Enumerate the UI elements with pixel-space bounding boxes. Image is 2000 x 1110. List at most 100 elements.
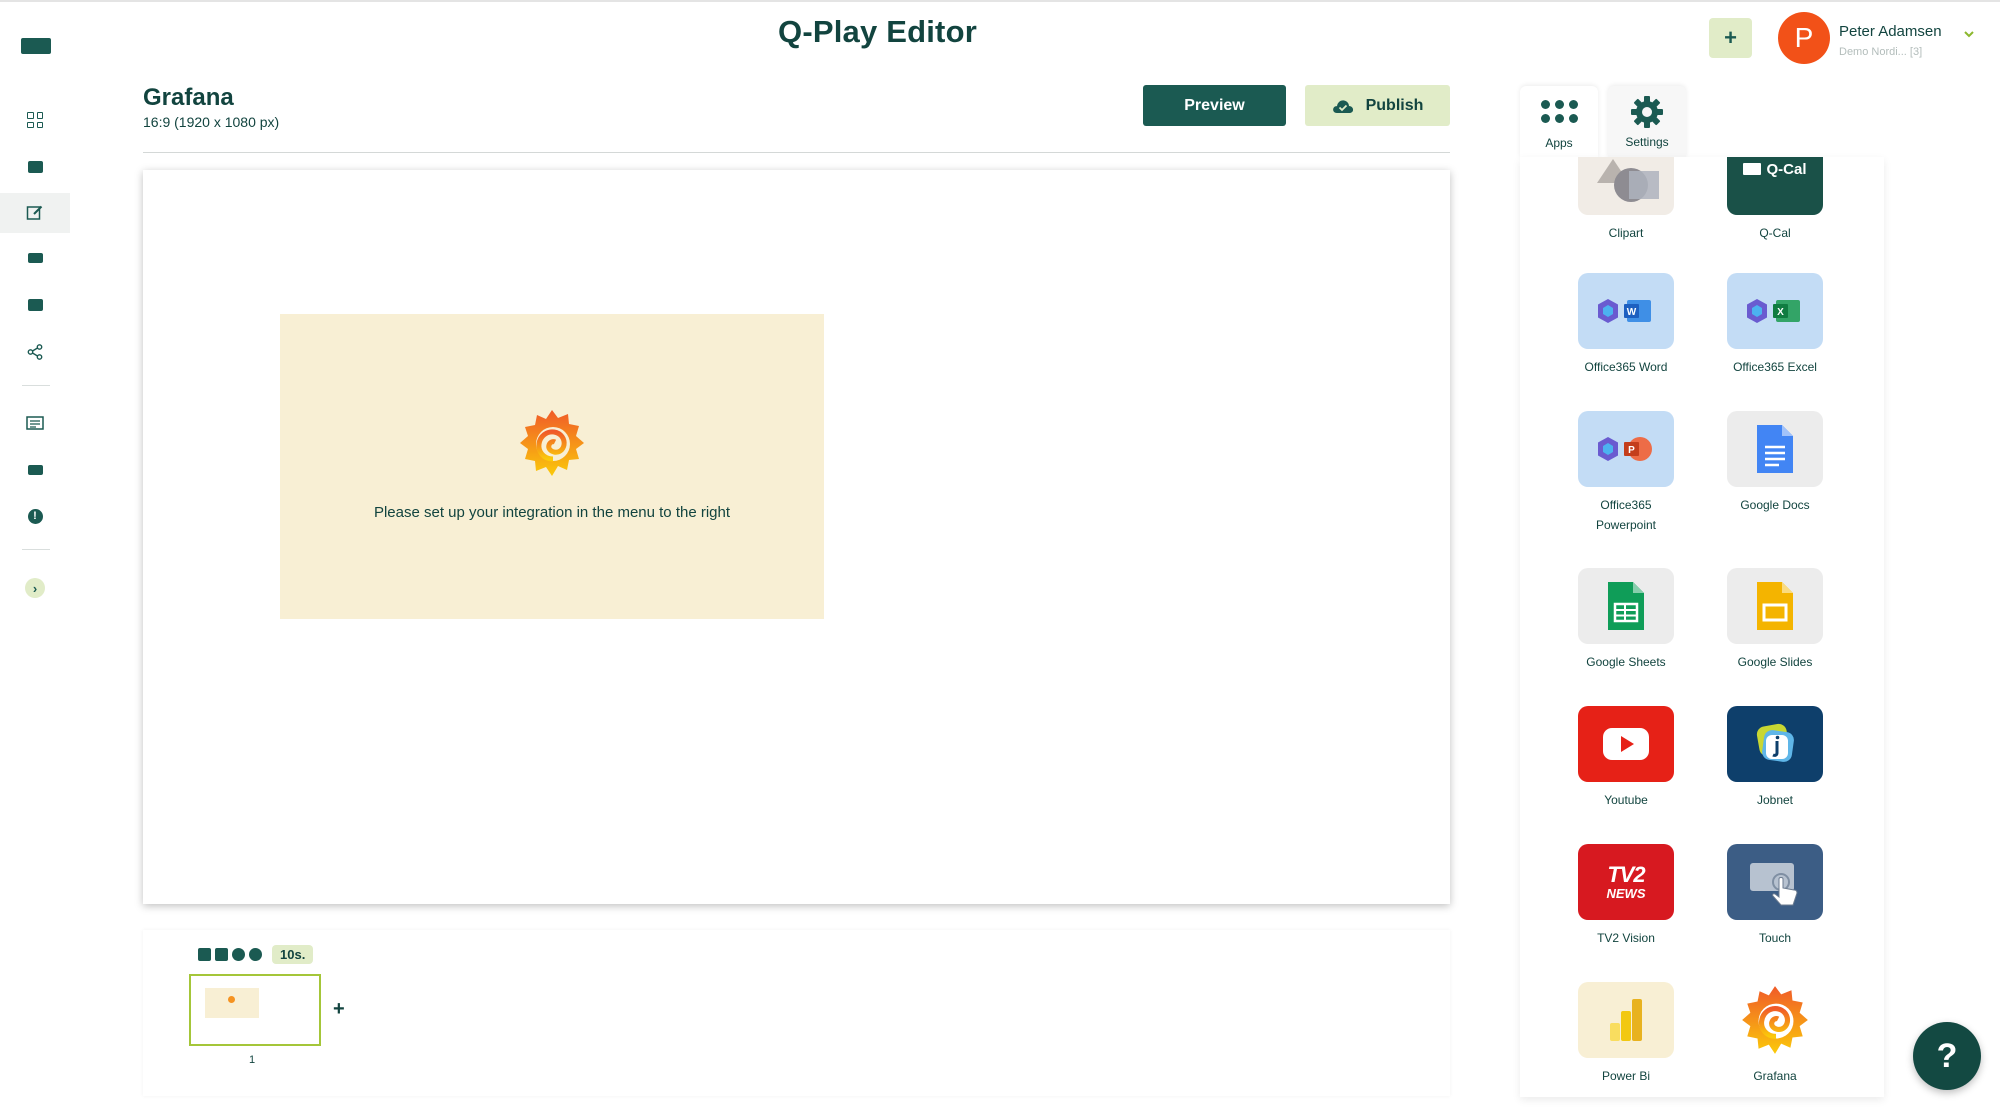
- sidebar-item-screens[interactable]: [0, 238, 70, 278]
- google-sheets-icon: [1578, 568, 1674, 644]
- apps-panel: Clipart Q-Cal Q-Cal W Office365 Word X O…: [1520, 157, 1884, 1097]
- app-label: Google Slides: [1737, 655, 1813, 669]
- page-resolution: 16:9 (1920 x 1080 px): [143, 114, 280, 130]
- share-icon: [27, 344, 43, 360]
- sidebar-item-editor[interactable]: [0, 193, 70, 233]
- app-label: Touch: [1758, 931, 1792, 945]
- preview-button[interactable]: Preview: [1143, 85, 1286, 126]
- app-tv2-vision[interactable]: TV2 NEWS TV2 Vision: [1571, 844, 1681, 948]
- slide-duration[interactable]: 10s.: [272, 945, 314, 964]
- tab-apps[interactable]: Apps: [1520, 86, 1598, 158]
- app-office365-excel[interactable]: X Office365 Excel: [1720, 273, 1830, 377]
- sidebar-item-media[interactable]: [0, 147, 70, 187]
- publish-label: Publish: [1365, 96, 1424, 114]
- preview-label: Preview: [1184, 96, 1245, 114]
- display-icon: [27, 465, 43, 475]
- q-cal-icon: Q-Cal: [1727, 157, 1823, 215]
- top-border: [0, 0, 2000, 2]
- sidebar: ! ›: [0, 0, 72, 1110]
- integration-message: Please set up your integration in the me…: [373, 504, 731, 521]
- grafana-icon: [1727, 982, 1823, 1058]
- app-label: Google Docs: [1740, 498, 1810, 512]
- avatar[interactable]: P: [1778, 12, 1830, 64]
- sidebar-item-share[interactable]: [0, 332, 70, 372]
- app-q-cal[interactable]: Q-Cal Q-Cal: [1720, 157, 1830, 243]
- app-label: Grafana: [1753, 1069, 1797, 1083]
- app-label: Jobnet: [1756, 793, 1794, 807]
- sidebar-divider: [22, 385, 50, 386]
- slide-canvas[interactable]: Please set up your integration in the me…: [143, 170, 1450, 904]
- app-touch[interactable]: Touch: [1720, 844, 1830, 948]
- grafana-widget[interactable]: Please set up your integration in the me…: [280, 314, 824, 619]
- tab-settings[interactable]: Settings: [1608, 86, 1686, 158]
- sidebar-item-alerts[interactable]: !: [0, 496, 70, 536]
- youtube-icon: [1578, 706, 1674, 782]
- sidebar-item-players[interactable]: [0, 285, 70, 325]
- app-title: Q-Play Editor: [778, 14, 977, 49]
- gear-icon[interactable]: [232, 948, 245, 961]
- add-button[interactable]: +: [1709, 18, 1752, 58]
- user-name[interactable]: Peter Adamsen: [1839, 23, 1942, 40]
- app-jobnet[interactable]: Jobnet: [1720, 706, 1830, 810]
- user-organization: Demo Nordi... [3]: [1839, 46, 1923, 58]
- thumbnail-logo: [228, 996, 235, 1003]
- app-label: Office365 Excel: [1733, 360, 1817, 374]
- app-google-docs[interactable]: Google Docs: [1720, 411, 1830, 515]
- app-grafana[interactable]: Grafana: [1720, 982, 1830, 1086]
- header-divider: [143, 152, 1450, 153]
- power-bi-icon: [1578, 982, 1674, 1058]
- app-label: Office365 Powerpoint: [1595, 498, 1657, 532]
- google-slides-icon: [1727, 568, 1823, 644]
- sidebar-expand[interactable]: ›: [0, 568, 70, 608]
- tab-apps-label: Apps: [1545, 136, 1573, 150]
- player-icon: [27, 299, 43, 311]
- help-button[interactable]: ?: [1913, 1022, 1981, 1090]
- clipart-icon: [1578, 157, 1674, 215]
- add-slide-button[interactable]: +: [333, 998, 345, 1021]
- grafana-logo-icon: [520, 410, 584, 476]
- slide-timeline: 10s. 1 +: [143, 930, 1450, 1096]
- app-clipart[interactable]: Clipart: [1571, 157, 1681, 243]
- publish-button[interactable]: Publish: [1305, 85, 1450, 126]
- edit-icon: [26, 205, 43, 220]
- tab-settings-label: Settings: [1625, 135, 1669, 149]
- sidebar-item-dashboard[interactable]: [0, 100, 70, 140]
- app-youtube[interactable]: Youtube: [1571, 706, 1681, 810]
- slide-thumbnail[interactable]: [189, 974, 321, 1046]
- office365-powerpoint-icon: P: [1578, 411, 1674, 487]
- tv2-logo-text: TV2: [1607, 862, 1645, 887]
- q-cal-icon-text: Q-Cal: [1766, 160, 1807, 178]
- app-label: Google Sheets: [1586, 655, 1666, 669]
- apps-grid-icon: [1540, 100, 1578, 123]
- app-label: Office365 Word: [1584, 360, 1668, 374]
- cloud-upload-icon: [1332, 99, 1353, 113]
- office365-excel-icon: X: [1727, 273, 1823, 349]
- sidebar-divider: [22, 549, 50, 550]
- sidebar-item-templates[interactable]: [0, 403, 70, 443]
- app-label: Q-Cal: [1759, 226, 1791, 240]
- app-power-bi[interactable]: Power Bi: [1571, 982, 1681, 1086]
- page-title: Grafana: [143, 84, 234, 111]
- slide-number: 1: [249, 1054, 256, 1066]
- eye-icon[interactable]: [249, 948, 262, 961]
- touch-icon: [1727, 844, 1823, 920]
- google-docs-icon: [1727, 411, 1823, 487]
- app-google-slides[interactable]: Google Slides: [1720, 568, 1830, 672]
- duplicate-icon[interactable]: [198, 948, 211, 961]
- app-google-sheets[interactable]: Google Sheets: [1571, 568, 1681, 672]
- app-office365-powerpoint[interactable]: P Office365 Powerpoint: [1571, 411, 1681, 535]
- screen-icon: [27, 253, 43, 263]
- sidebar-item-displays[interactable]: [0, 450, 70, 490]
- app-office365-word[interactable]: W Office365 Word: [1571, 273, 1681, 377]
- jobnet-icon: [1727, 706, 1823, 782]
- app-label: TV2 Vision: [1597, 931, 1655, 945]
- gear-icon: [1631, 96, 1663, 128]
- cloud-icon[interactable]: [215, 948, 228, 961]
- tv2-news-icon: TV2 NEWS: [1578, 844, 1674, 920]
- chevron-right-icon: ›: [25, 578, 45, 598]
- alert-icon: !: [27, 508, 43, 524]
- news-logo-text: NEWS: [1606, 886, 1646, 901]
- app-label: Youtube: [1604, 793, 1648, 807]
- template-icon: [26, 416, 44, 430]
- chevron-down-icon[interactable]: [1963, 28, 1975, 40]
